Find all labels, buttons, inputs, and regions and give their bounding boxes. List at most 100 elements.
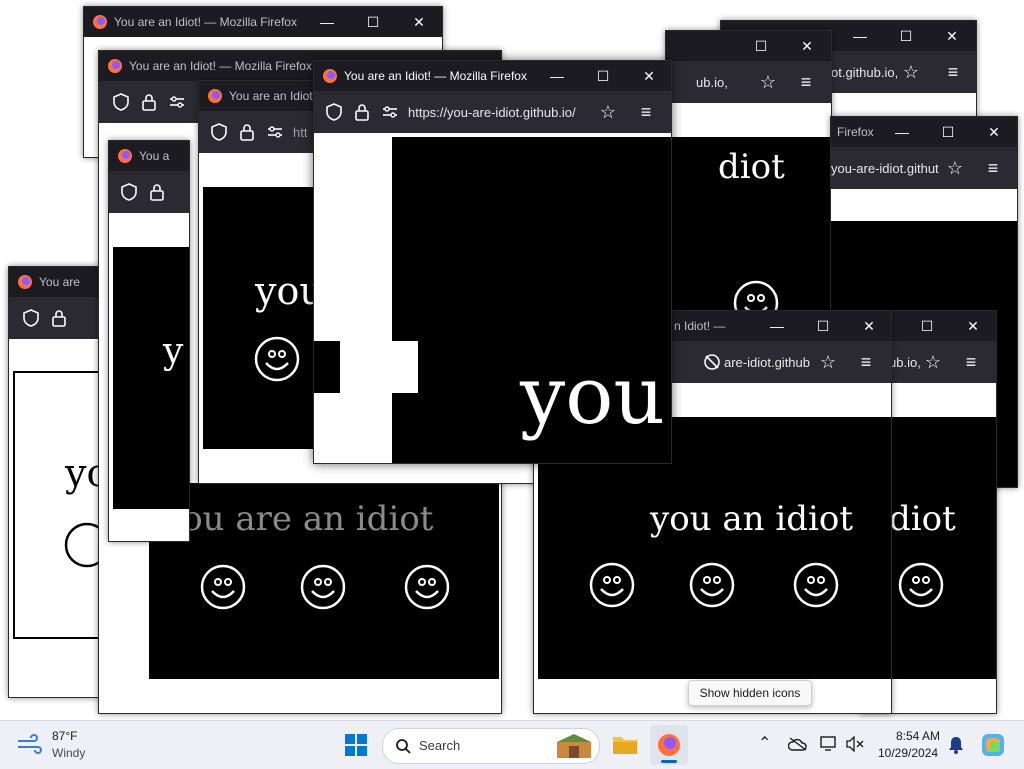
maximize-button[interactable]: ☐ [350,7,396,37]
title-bar[interactable]: Firefox — ☐ ✕ [831,117,1017,147]
lock-icon[interactable] [352,102,372,122]
shield-icon[interactable] [21,308,41,328]
url-text[interactable]: you-are-idiot.githut [831,161,943,176]
close-button[interactable]: ✕ [971,117,1017,147]
smiley-icon [300,564,346,610]
bookmark-star-icon[interactable]: ☆ [923,352,943,372]
window-title: You a [139,149,170,163]
toolbar: https://you-are-idiot.github.io/ ☆ ≡ [314,91,671,133]
close-button[interactable]: ✕ [929,21,975,51]
maximize-button[interactable]: ☐ [904,311,950,341]
weather-condition[interactable]: Windy [52,746,85,760]
tooltip-hidden-icons: Show hidden icons [688,680,812,706]
minimize-button[interactable]: — [534,61,580,91]
black-panel [113,247,189,509]
firefox-icon [658,734,680,756]
smiley-icon [404,564,450,610]
firefox-icon [108,59,122,73]
maximize-button[interactable]: ☐ [738,31,784,61]
firefox-icon [208,89,222,103]
window-title: You are an Idiot! [229,89,316,103]
menu-icon[interactable]: ≡ [943,62,963,82]
taskbar: 87°F Windy Search ⌃ 8:54 AM 10/29/2024 [0,720,1024,769]
close-button[interactable]: ✕ [626,61,671,91]
smiley-icon [898,562,944,608]
close-button[interactable]: ✕ [784,31,830,61]
firefox-window-active[interactable]: You are an Idiot! — Mozilla Firefox — ☐ … [313,60,672,464]
firefox-icon [93,15,107,29]
search-icon [396,739,411,754]
copilot-icon[interactable] [980,732,1006,758]
chevron-up-icon[interactable]: ⌃ [758,733,771,753]
bookmark-star-icon[interactable]: ☆ [758,72,778,92]
maximize-button[interactable]: ☐ [883,21,929,51]
url-text[interactable]: are-idiot.github [724,355,816,370]
bookmark-star-icon[interactable]: ☆ [598,102,618,122]
clock-date[interactable]: 10/29/2024 [878,746,938,760]
menu-icon[interactable]: ≡ [636,102,656,122]
permissions-icon[interactable] [265,122,285,142]
title-bar[interactable]: ☐ ✕ [666,31,831,61]
title-bar[interactable]: You a [109,141,189,171]
shield-icon[interactable] [324,102,344,122]
bookmark-star-icon[interactable]: ☆ [945,158,965,178]
file-explorer-icon[interactable] [612,733,638,755]
bookmark-star-icon[interactable]: ☆ [901,62,921,82]
notification-bell-icon[interactable] [948,736,964,754]
toolbar [109,171,189,213]
maximize-button[interactable]: ☐ [800,311,846,341]
lock-icon[interactable] [49,308,69,328]
page-headline: you [520,349,665,442]
shield-icon[interactable] [209,122,229,142]
window-title: You are [39,275,80,289]
smiley-icon [793,562,839,608]
close-button[interactable]: ✕ [846,311,891,341]
firefox-icon [323,69,337,83]
minimize-button[interactable]: — [837,21,883,51]
window-title: You are an Idiot! — Mozilla Firefox [129,59,312,73]
menu-icon[interactable]: ≡ [983,158,1003,178]
firefox-taskbar-button[interactable] [650,725,688,765]
smiley-icon [589,562,635,608]
firefox-window[interactable]: You a y [108,140,190,542]
menu-icon[interactable]: ≡ [796,72,816,92]
lock-icon[interactable] [139,92,159,112]
clock-time[interactable]: 8:54 AM [896,729,940,743]
close-button[interactable]: ✕ [950,311,996,341]
page-headline: you an idiot [650,499,854,539]
shield-icon[interactable] [111,92,131,112]
url-text[interactable]: ub.io, [889,355,921,370]
shield-icon[interactable] [119,182,139,202]
menu-icon[interactable]: ≡ [856,352,876,372]
volume-muted-icon[interactable] [846,736,864,752]
lock-icon[interactable] [237,122,257,142]
url-text[interactable]: htt [293,125,307,140]
maximize-button[interactable]: ☐ [580,61,626,91]
url-bar[interactable]: https://you-are-idiot.github.io/ [408,105,594,120]
permissions-icon[interactable] [380,102,400,122]
firefox-icon [118,149,132,163]
weather-temp[interactable]: 87°F [52,729,77,743]
search-box[interactable]: Search [382,728,600,764]
url-text[interactable]: ot.github.io, [831,65,898,80]
tracking-protection-icon[interactable] [702,352,722,372]
onedrive-icon[interactable] [788,737,808,751]
window-title: You are an Idiot! — Mozilla Firefox [344,69,527,83]
maximize-button[interactable]: ☐ [925,117,971,147]
title-bar[interactable]: You are an Idiot! — Mozilla Firefox — ☐ … [314,61,671,91]
bookmark-star-icon[interactable]: ☆ [818,352,838,372]
start-button-icon[interactable] [344,733,368,757]
title-bar[interactable]: You are an Idiot! — Mozilla Firefox — ☐ … [84,7,442,37]
menu-icon[interactable]: ≡ [961,352,981,372]
page-headline: diot [718,147,785,187]
minimize-button[interactable]: — [754,311,800,341]
minimize-button[interactable]: — [304,7,350,37]
minimize-button[interactable]: — [879,117,925,147]
close-button[interactable]: ✕ [396,7,442,37]
url-text[interactable]: ub.io, [696,75,728,90]
weather-wind-icon[interactable] [16,733,42,755]
lock-icon[interactable] [147,182,167,202]
permissions-icon[interactable] [167,92,187,112]
network-icon[interactable] [820,736,840,752]
page-content: you [314,133,671,463]
